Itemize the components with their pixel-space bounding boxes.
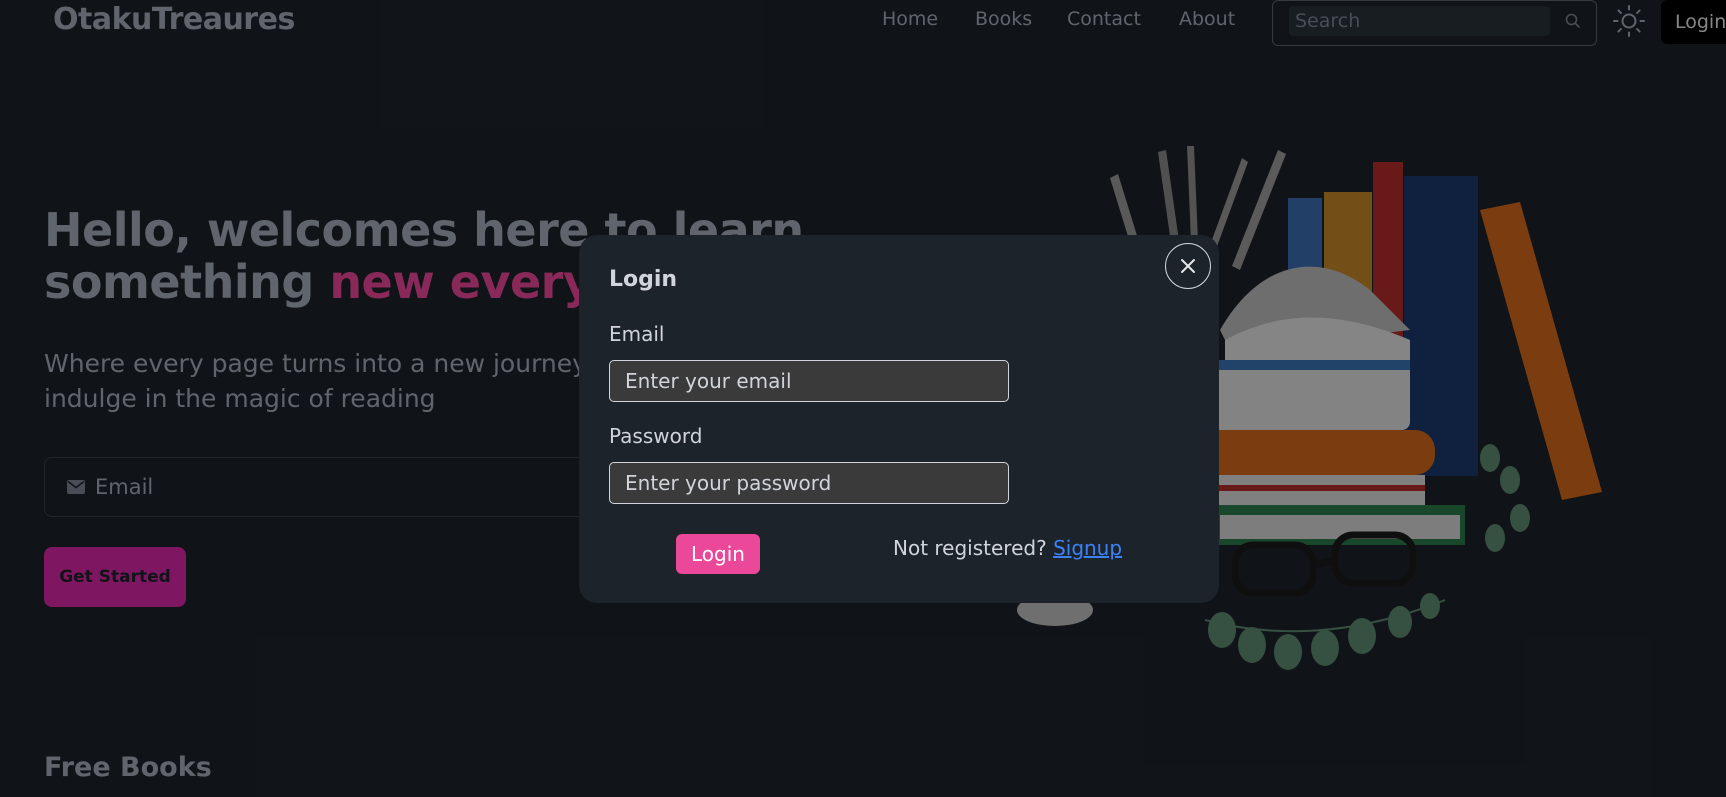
- email-field[interactable]: [609, 360, 1009, 402]
- signup-prompt: Not registered? Signup: [893, 536, 1122, 560]
- email-label: Email: [609, 322, 665, 346]
- not-registered-text: Not registered?: [893, 536, 1047, 560]
- close-icon: [1181, 259, 1195, 273]
- password-field[interactable]: [609, 462, 1009, 504]
- password-label: Password: [609, 424, 703, 448]
- signup-link[interactable]: Signup: [1053, 536, 1122, 560]
- submit-login-button[interactable]: Login: [676, 534, 760, 574]
- close-button[interactable]: [1165, 243, 1211, 289]
- modal-title: Login: [609, 267, 678, 292]
- login-modal: Login Email Password Login Not registere…: [579, 235, 1219, 603]
